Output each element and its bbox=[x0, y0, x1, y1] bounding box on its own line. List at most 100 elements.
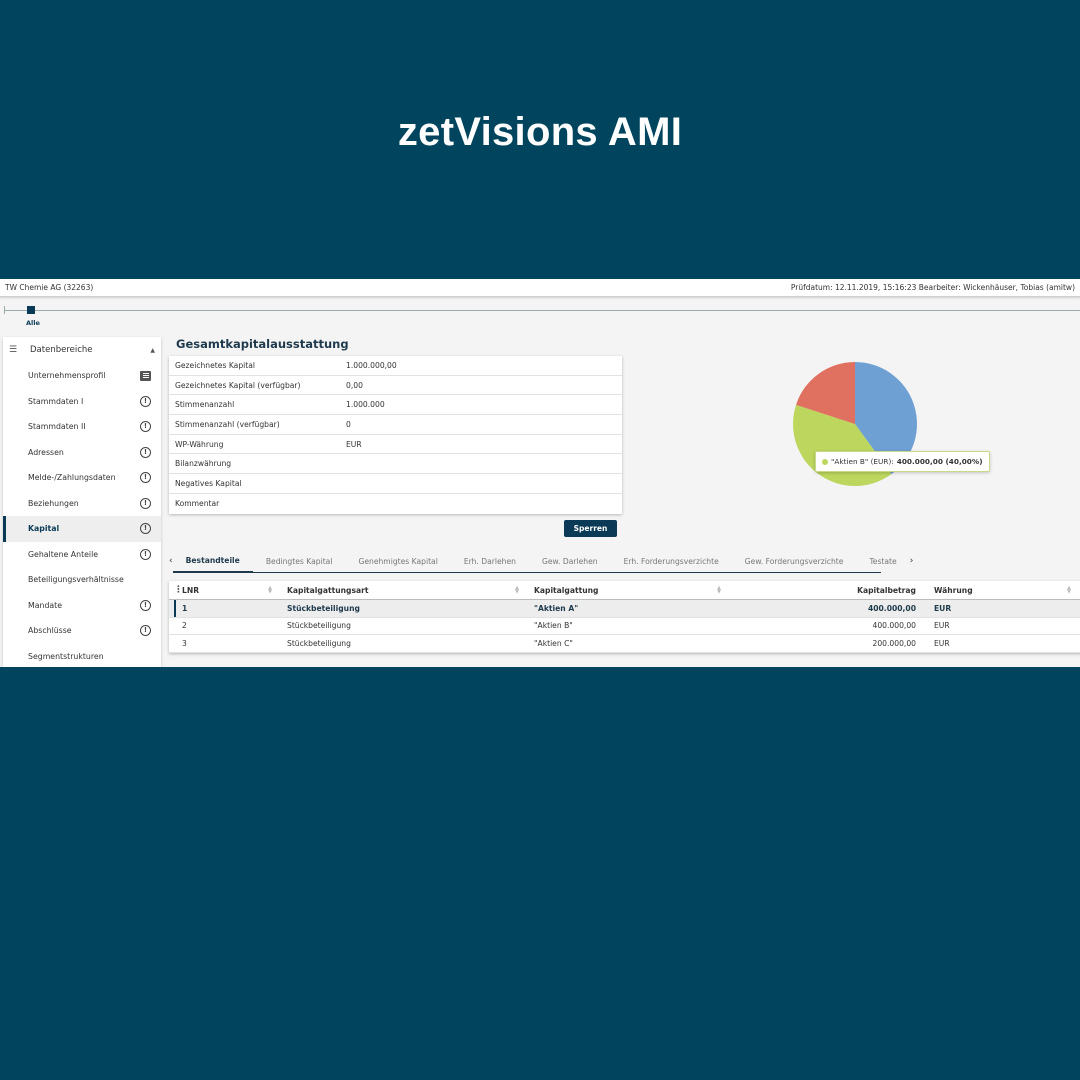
sidebar-item-stammdaten-ii[interactable]: Stammdaten II! bbox=[3, 414, 161, 440]
sidebar-item-gehaltene-anteile[interactable]: Gehaltene Anteile! bbox=[3, 542, 161, 568]
overview-value: 1.000.000,00 bbox=[346, 360, 397, 370]
cell-betrag: 200.000,00 bbox=[872, 638, 916, 648]
column-header-lnr[interactable]: ⋮ LNR ▲ ▼ bbox=[169, 581, 278, 599]
column-label: LNR bbox=[182, 585, 200, 595]
tooltip-dot-icon bbox=[822, 458, 828, 465]
cell-gattung: "Aktien A" bbox=[534, 603, 579, 613]
sort-icon[interactable]: ▲ ▼ bbox=[717, 586, 721, 595]
sort-icon[interactable]: ▲ ▼ bbox=[515, 586, 519, 595]
sidebar-item-stammdaten-i[interactable]: Stammdaten I! bbox=[3, 389, 161, 415]
overview-value: EUR bbox=[346, 439, 362, 449]
hero-title: zetVisions AMI bbox=[397, 110, 683, 154]
sort-icon[interactable]: ▲ ▼ bbox=[268, 586, 272, 595]
cell-betrag: 400.000,00 bbox=[867, 603, 916, 613]
alert-icon: ! bbox=[140, 446, 151, 458]
table-row[interactable]: 3 Stückbeteiligung "Aktien C" 200.000,00 EUR bbox=[169, 635, 1080, 653]
overview-key: Stimmenanzahl (verfügbar) bbox=[175, 419, 280, 429]
sidebar-item-label: Adressen bbox=[28, 447, 64, 457]
cell-waehrung: EUR bbox=[934, 621, 950, 631]
cell-art: Stückbeteiligung bbox=[287, 621, 351, 631]
sidebar-title: Datenbereiche bbox=[30, 345, 93, 355]
tooltip-value: 400.000,00 (40,00%) bbox=[896, 457, 983, 466]
sidebar-item-label: Gehaltene Anteile bbox=[28, 549, 99, 559]
timeline-label[interactable]: Alle bbox=[26, 319, 40, 327]
alert-icon: ! bbox=[140, 523, 151, 535]
sidebar-item-segmentstrukturen[interactable]: Segmentstrukturen bbox=[3, 644, 161, 668]
cell-art: Stückbeteiligung bbox=[287, 638, 351, 648]
timeline-marker[interactable] bbox=[27, 306, 35, 314]
alert-icon: ! bbox=[140, 625, 151, 637]
cell-gattung: "Aktien C" bbox=[534, 638, 573, 648]
tab-erh-forderungsverzichte[interactable]: Erh. Forderungsverzichte bbox=[611, 549, 732, 573]
lock-button[interactable]: Sperren bbox=[564, 520, 617, 537]
cell-waehrung: EUR bbox=[934, 603, 952, 613]
cell-betrag: 400.000,00 bbox=[872, 621, 916, 631]
sidebar-item-label: Mandate bbox=[28, 600, 63, 610]
column-label: Kapitalgattungsart bbox=[287, 585, 369, 595]
tab-bestandteile[interactable]: Bestandteile bbox=[172, 549, 253, 573]
sidebar-item-label: Melde-/Zahlungsdaten bbox=[28, 473, 116, 483]
grid-header: ⋮ LNR ▲ ▼ Kapitalgattungsart ▲ ▼ Kapitalga… bbox=[169, 581, 1080, 600]
sidebar-item-abschlüsse[interactable]: Abschlüsse! bbox=[3, 618, 161, 644]
app-screenshot: TW Chemie AG (32263) Prüfdatum: 12.11.20… bbox=[0, 279, 1080, 667]
chart-tooltip: "Aktien B" (EUR): 400.000,00 (40,00%) bbox=[815, 451, 990, 472]
column-label: Kapitalgattung bbox=[534, 585, 599, 595]
list-icon: ☰ bbox=[9, 345, 18, 355]
table-row[interactable]: 1 Stückbeteiligung "Aktien A" 400.000,00 EUR bbox=[169, 600, 1080, 618]
alert-icon: ! bbox=[140, 472, 151, 484]
overview-row: Stimmenanzahl 1.000.000 bbox=[169, 395, 622, 416]
tab-bedingtes-kapital[interactable]: Bedingtes Kapital bbox=[253, 549, 346, 573]
timeline-tick bbox=[4, 306, 5, 314]
sort-icon[interactable]: ▲ ▼ bbox=[1067, 586, 1071, 595]
overview-key: Bilanzwährung bbox=[175, 459, 232, 469]
tab-testate[interactable]: Testate bbox=[856, 549, 909, 573]
timeline: Alle bbox=[0, 305, 1080, 329]
overview-value: 1.000.000 bbox=[346, 400, 385, 410]
column-header-betrag[interactable]: Kapitalbetrag bbox=[727, 581, 925, 599]
overview-key: Gezeichnetes Kapital bbox=[175, 360, 255, 370]
tab-gew-forderungsverzichte[interactable]: Gew. Forderungsverzichte bbox=[732, 549, 857, 573]
more-vertical-icon[interactable]: ⋮ bbox=[174, 585, 183, 595]
sidebar-item-adressen[interactable]: Adressen! bbox=[3, 440, 161, 466]
cell-lnr: 2 bbox=[182, 621, 187, 631]
section-title: Gesamtkapitalausstattung bbox=[176, 337, 349, 351]
tab-bar: ‹ Bestandteile Bedingtes Kapital Genehmigt… bbox=[169, 549, 913, 573]
overview-key: Kommentar bbox=[175, 499, 220, 509]
check-info: Prüfdatum: 12.11.2019, 15:16:23 Bearbeit… bbox=[790, 283, 1075, 292]
top-bar: TW Chemie AG (32263) Prüfdatum: 12.11.20… bbox=[0, 279, 1080, 297]
alert-icon: ! bbox=[140, 421, 151, 433]
alert-icon: ! bbox=[140, 548, 151, 560]
alert-icon: ! bbox=[140, 599, 151, 611]
sidebar-item-melde-zahlungsdaten[interactable]: Melde-/Zahlungsdaten! bbox=[3, 465, 161, 491]
overview-row: Gezeichnetes Kapital 1.000.000,00 bbox=[169, 356, 622, 376]
capital-overview-table: Gezeichnetes Kapital 1.000.000,00 Gezeichn… bbox=[169, 356, 622, 514]
sidebar-item-label: Kapital bbox=[28, 524, 60, 534]
tab-erh-darlehen[interactable]: Erh. Darlehen bbox=[451, 549, 529, 573]
cell-art: Stückbeteiligung bbox=[287, 603, 360, 613]
tab-genehmigtes-kapital[interactable]: Genehmigtes Kapital bbox=[345, 549, 450, 573]
sidebar-item-mandate[interactable]: Mandate! bbox=[3, 593, 161, 619]
column-label: Währung bbox=[934, 585, 973, 595]
sidebar-item-kapital[interactable]: Kapital! bbox=[3, 516, 161, 542]
sidebar-item-label: Segmentstrukturen bbox=[28, 651, 104, 661]
overview-row: Stimmenanzahl (verfügbar) 0 bbox=[169, 415, 622, 435]
sidebar-item-label: Unternehmensprofil bbox=[28, 371, 106, 381]
sidebar-item-unternehmensprofil[interactable]: Unternehmensprofil bbox=[3, 363, 161, 389]
sidebar-item-beziehungen[interactable]: Beziehungen! bbox=[3, 491, 161, 517]
column-header-art[interactable]: Kapitalgattungsart ▲ ▼ bbox=[278, 581, 525, 599]
sidebar-header[interactable]: ☰ Datenbereiche ▲ bbox=[3, 337, 161, 363]
overview-key: Stimmenanzahl bbox=[175, 400, 235, 410]
alert-icon: ! bbox=[140, 497, 151, 509]
chevron-right-icon[interactable]: › bbox=[910, 556, 914, 566]
overview-row: Kommentar bbox=[169, 494, 622, 514]
overview-key: Negatives Kapital bbox=[175, 478, 242, 488]
cell-waehrung: EUR bbox=[934, 638, 950, 648]
timeline-line bbox=[4, 310, 1080, 311]
column-header-gattung[interactable]: Kapitalgattung ▲ ▼ bbox=[525, 581, 727, 599]
table-row[interactable]: 2 Stückbeteiligung "Aktien B" 400.000,00 EUR bbox=[169, 618, 1080, 635]
column-header-waehrung[interactable]: Währung ▲ ▼ bbox=[925, 581, 1077, 599]
sidebar-item-beteiligungsverhältnisse[interactable]: Beteiligungsverhältnisse bbox=[3, 567, 161, 593]
tab-gew-darlehen[interactable]: Gew. Darlehen bbox=[529, 549, 611, 573]
overview-row: Bilanzwährung bbox=[169, 454, 622, 475]
chevron-up-icon[interactable]: ▲ bbox=[150, 347, 155, 354]
